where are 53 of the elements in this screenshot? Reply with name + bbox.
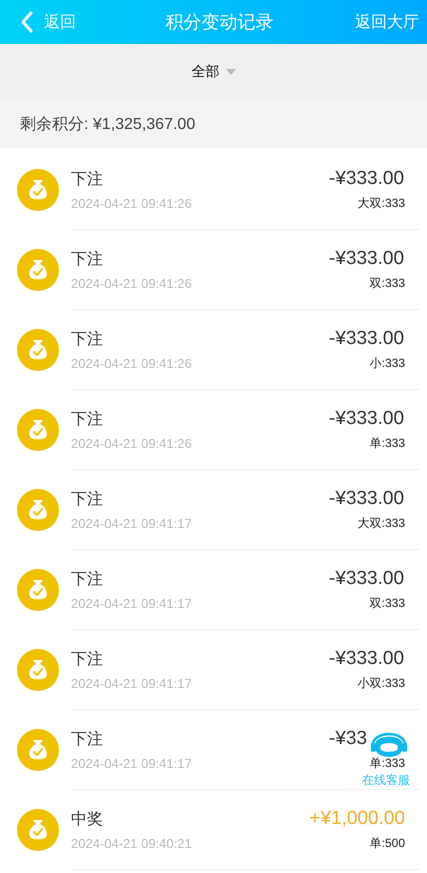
record-title: 下注 xyxy=(71,730,104,750)
record-title: 下注 xyxy=(71,410,104,430)
record-amount: -¥333.00 xyxy=(329,488,404,509)
money-bag-icon xyxy=(17,489,59,531)
caret-icon xyxy=(226,69,236,75)
record-time: 2024-04-21 09:41:26 xyxy=(71,196,193,211)
record-amount: -¥333.00 xyxy=(329,408,404,429)
money-bag-icon xyxy=(17,569,59,611)
balance-text: 剩余积分: ¥1,325,367.00 xyxy=(20,114,196,134)
record-amount: -¥333.00 xyxy=(329,568,404,589)
back-button[interactable]: 返回 xyxy=(20,11,110,33)
page-title: 积分变动记录 xyxy=(166,11,274,34)
lobby-button[interactable]: 返回大厅 xyxy=(329,12,419,32)
record-amount: -¥333.00 xyxy=(329,248,404,269)
record-detail: 单:333 xyxy=(370,435,405,452)
record-amount: -¥333.00 xyxy=(329,328,404,349)
record-title: 中奖 xyxy=(71,810,104,830)
money-bag-icon xyxy=(17,169,59,211)
record-time: 2024-04-21 09:41:26 xyxy=(71,436,193,451)
money-bag-icon xyxy=(17,809,59,851)
record-title: 下注 xyxy=(71,250,104,270)
record-detail: 双:333 xyxy=(370,275,405,292)
record-time: 2024-04-21 09:40:21 xyxy=(71,836,193,851)
record-detail: 双:333 xyxy=(370,595,405,612)
record-amount: -¥333.00 xyxy=(329,648,404,669)
money-bag-icon xyxy=(17,729,59,771)
record-detail: 小:333 xyxy=(370,355,405,372)
record-detail: 大双:333 xyxy=(358,195,405,212)
record-time: 2024-04-21 09:41:17 xyxy=(71,756,193,771)
record-detail: 大双:333 xyxy=(358,515,405,532)
record-time: 2024-04-21 09:41:17 xyxy=(71,676,193,691)
record-detail: 单:333 xyxy=(370,755,405,772)
money-bag-icon xyxy=(17,649,59,691)
money-bag-icon xyxy=(17,329,59,371)
record-amount: -¥333.00 xyxy=(329,168,404,189)
record-amount: +¥1,000.00 xyxy=(309,808,405,829)
back-icon xyxy=(20,11,34,33)
filter-dropdown[interactable]: 全部 xyxy=(192,63,236,81)
record-time: 2024-04-21 09:41:17 xyxy=(71,516,193,531)
money-bag-icon xyxy=(17,409,59,451)
record-time: 2024-04-21 09:41:26 xyxy=(71,356,193,371)
record-title: 下注 xyxy=(71,570,104,590)
record-time: 2024-04-21 09:41:26 xyxy=(71,276,193,291)
record-detail: 单:500 xyxy=(370,835,405,852)
customer-service-link[interactable]: 在线客服 xyxy=(362,772,410,789)
record-detail: 小双:333 xyxy=(358,675,405,692)
record-title: 下注 xyxy=(71,650,104,670)
record-title: 下注 xyxy=(71,170,104,190)
record-amount: -¥33 xyxy=(329,728,368,749)
record-title: 下注 xyxy=(71,330,104,350)
record-title: 下注 xyxy=(71,490,104,510)
record-time: 2024-04-21 09:41:17 xyxy=(71,596,193,611)
money-bag-icon xyxy=(17,249,59,291)
